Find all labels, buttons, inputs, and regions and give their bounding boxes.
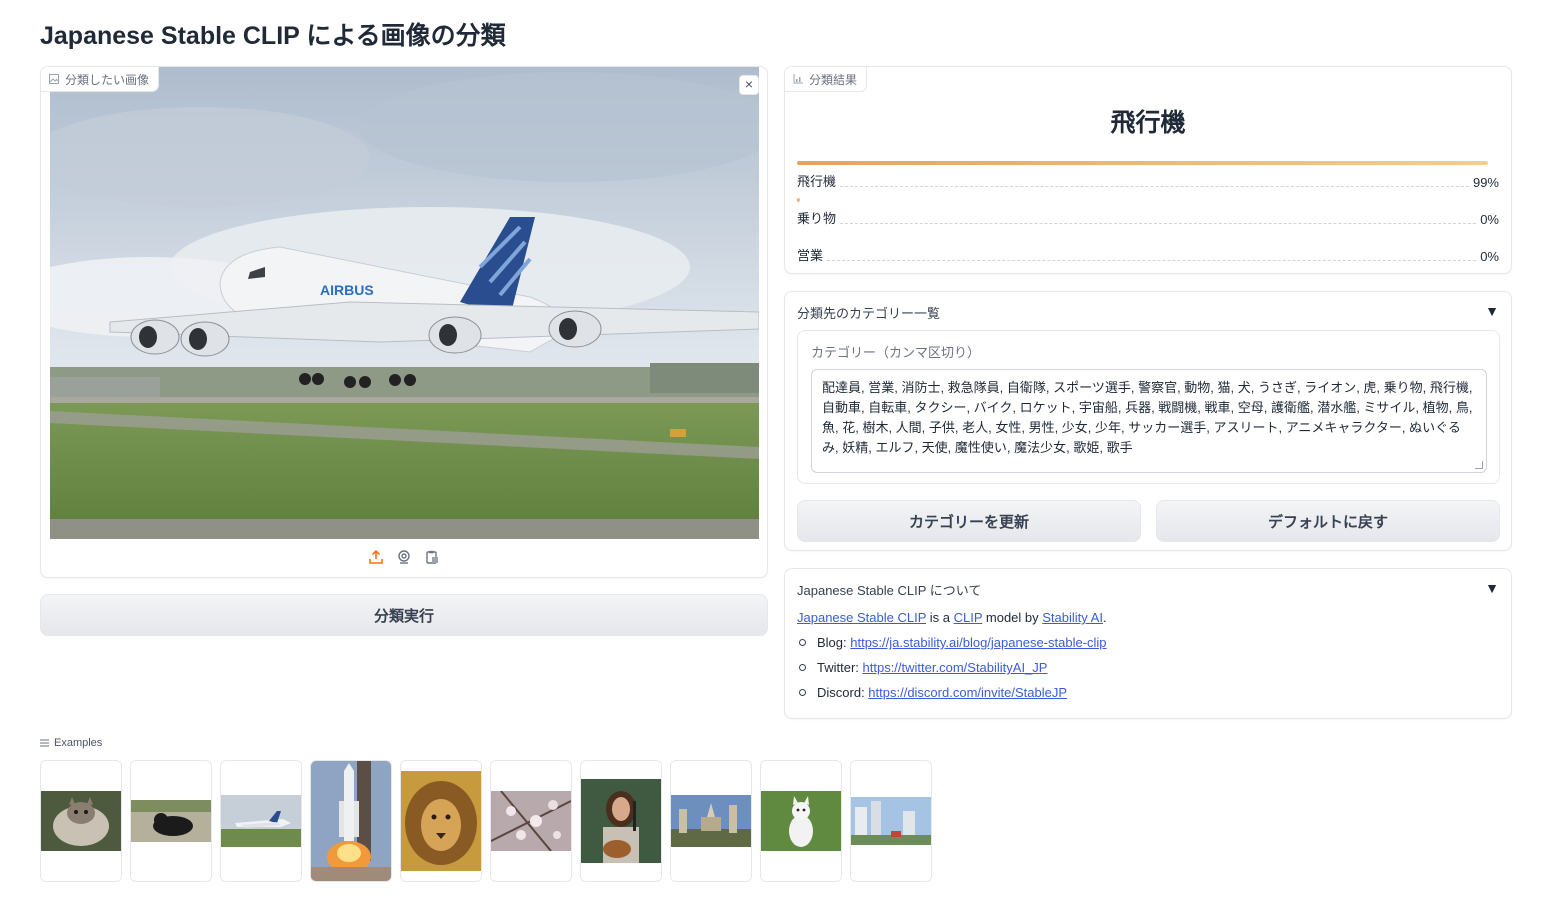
svg-text:AIRBUS: AIRBUS	[320, 282, 374, 298]
reset-default-button[interactable]: デフォルトに戻す	[1156, 500, 1500, 542]
category-textarea-value: 配達員, 営業, 消防士, 救急隊員, 自衛隊, スポーツ選手, 警察官, 動物…	[822, 380, 1473, 455]
input-image: AIRBUS	[50, 67, 759, 539]
examples-gallery	[40, 760, 932, 882]
image-icon	[49, 74, 59, 84]
image-source-toolbar	[41, 549, 767, 565]
result-panel: 分類結果 飛行機 飛行機 99% 乗り物 0% 営業 0%	[784, 66, 1512, 274]
category-textbox-label: カテゴリー（カンマ区切り）	[811, 345, 981, 360]
example-cat-1[interactable]	[40, 760, 122, 882]
about-links-list: Blog: https://ja.stability.ai/blog/japan…	[797, 635, 1107, 700]
confidence-label: 乗り物	[797, 211, 837, 226]
example-monument[interactable]	[670, 760, 752, 882]
category-accordion: 分類先のカテゴリー一覧 ▼ カテゴリー（カンマ区切り） 配達員, 営業, 消防士…	[784, 291, 1512, 551]
list-item: Blog: https://ja.stability.ai/blog/japan…	[797, 635, 1107, 650]
about-body: Japanese Stable CLIP is a CLIP model by …	[797, 610, 1107, 700]
model-link[interactable]: Japanese Stable CLIP	[797, 610, 926, 625]
confidence-label: 営業	[797, 248, 824, 263]
example-blossoms[interactable]	[490, 760, 572, 882]
result-label-text: 分類結果	[809, 72, 858, 87]
page-title: Japanese Stable CLIP による画像の分類	[40, 22, 506, 50]
triangle-down-icon: ▼	[1485, 580, 1499, 596]
list-item: Twitter: https://twitter.com/StabilityAI…	[797, 660, 1107, 675]
result-label: 分類結果	[785, 67, 868, 92]
category-accordion-title: 分類先のカテゴリー一覧	[797, 306, 941, 321]
confidence-row: 飛行機 99%	[797, 161, 1499, 190]
blog-link[interactable]: https://ja.stability.ai/blog/japanese-st…	[850, 635, 1106, 650]
confidence-percent: 0%	[1480, 212, 1499, 227]
stability-link[interactable]: Stability AI	[1042, 610, 1103, 625]
about-accordion-header[interactable]: Japanese Stable CLIP について ▼	[797, 580, 1499, 599]
clip-link[interactable]: CLIP	[954, 610, 983, 625]
example-rocket[interactable]	[310, 760, 392, 882]
twitter-link[interactable]: https://twitter.com/StabilityAI_JP	[863, 660, 1048, 675]
examples-label: Examples	[40, 737, 102, 749]
triangle-down-icon: ▼	[1485, 303, 1499, 319]
classify-button[interactable]: 分類実行	[40, 594, 768, 636]
confidence-row: 営業 0%	[797, 235, 1499, 264]
clipboard-icon[interactable]	[424, 549, 440, 565]
list-icon	[40, 739, 49, 747]
confidence-percent: 0%	[1480, 249, 1499, 264]
example-lion[interactable]	[400, 760, 482, 882]
image-input-label: 分類したい画像	[41, 67, 160, 92]
webcam-icon[interactable]	[396, 549, 412, 565]
confidence-label: 飛行機	[797, 174, 837, 189]
upload-icon[interactable]	[368, 549, 384, 565]
about-accordion-title: Japanese Stable CLIP について	[797, 583, 982, 598]
confidence-row: 乗り物 0%	[797, 198, 1499, 227]
confidence-bar	[797, 161, 1489, 165]
example-dog[interactable]	[760, 760, 842, 882]
category-textbox-block: カテゴリー（カンマ区切り） 配達員, 営業, 消防士, 救急隊員, 自衛隊, ス…	[797, 330, 1500, 484]
discord-link[interactable]: https://discord.com/invite/StableJP	[868, 685, 1067, 700]
list-item: Discord: https://discord.com/invite/Stab…	[797, 685, 1107, 700]
examples-label-text: Examples	[54, 737, 103, 749]
example-city[interactable]	[850, 760, 932, 882]
update-categories-button[interactable]: カテゴリーを更新	[797, 500, 1141, 542]
image-input-label-text: 分類したい画像	[65, 72, 150, 87]
confidence-percent: 99%	[1472, 175, 1499, 190]
example-singer[interactable]	[580, 760, 662, 882]
clear-image-button[interactable]: ×	[739, 75, 759, 95]
about-accordion: Japanese Stable CLIP について ▼ Japanese Sta…	[784, 568, 1512, 719]
resize-grip-icon[interactable]	[1475, 461, 1483, 469]
top-prediction: 飛行機	[1110, 109, 1186, 137]
about-intro: Japanese Stable CLIP is a CLIP model by …	[797, 610, 1107, 625]
confidence-bar	[797, 198, 800, 202]
image-input-panel: 分類したい画像 × AIRBUS	[40, 66, 768, 578]
category-accordion-header[interactable]: 分類先のカテゴリー一覧 ▼	[797, 303, 1499, 322]
example-cat-2[interactable]	[130, 760, 212, 882]
category-textarea[interactable]: 配達員, 営業, 消防士, 救急隊員, 自衛隊, スポーツ選手, 警察官, 動物…	[811, 369, 1487, 473]
chart-icon	[793, 74, 803, 84]
example-airplane[interactable]	[220, 760, 302, 882]
